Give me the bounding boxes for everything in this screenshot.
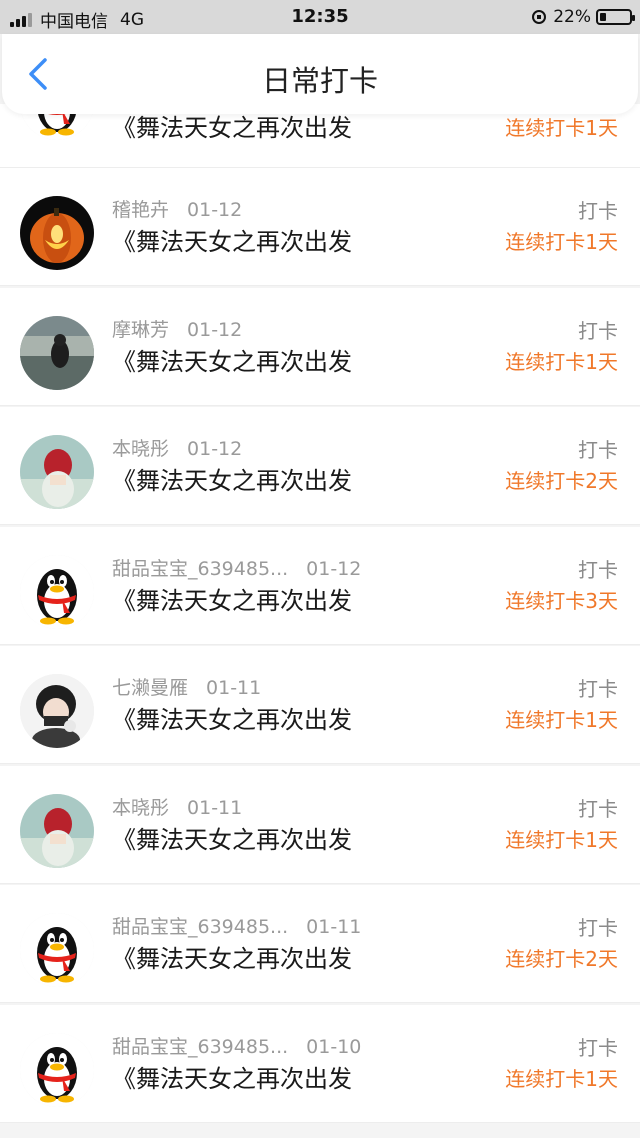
streak-text: 连续打卡1天 [505, 230, 618, 254]
checkin-label: 打卡 [578, 438, 618, 462]
book-title: 《舞法天女之再次出发 [112, 467, 352, 495]
checkin-label: 打卡 [578, 199, 618, 223]
checkin-date: 01-11 [187, 796, 243, 819]
book-title: 《舞法天女之再次出发 [112, 1064, 352, 1093]
checkin-date: 01-11 [306, 916, 362, 938]
user-meta: 摩琳芳 01-12 [112, 315, 242, 342]
checkin-date: 01-10 [306, 1035, 362, 1058]
user-name[interactable]: 甜品宝宝_639485... [112, 558, 288, 580]
battery-percent: 22% [553, 7, 591, 27]
streak-text: 连续打卡1天 [505, 349, 618, 374]
checkin-list[interactable]: 《舞法天女之再次出发打卡连续打卡1天 稽艳卉01-12《舞法天女之再次出发打卡连… [0, 104, 640, 1138]
avatar[interactable] [20, 315, 94, 390]
list-item[interactable]: 本晓彤 01-11 《舞法天女之再次出发 打卡连续打卡1天 [0, 765, 640, 884]
qq-penguin-icon[interactable] [20, 913, 94, 987]
list-item[interactable]: 本晓彤 01-12 《舞法天女之再次出发 打卡连续打卡2天 [0, 407, 640, 525]
streak-text: 连续打卡2天 [505, 469, 618, 493]
avatar[interactable] [20, 674, 94, 748]
streak-text: 连续打卡1天 [505, 827, 618, 852]
user-meta: 甜品宝宝_639485... 01-12 [112, 554, 361, 581]
book-title: 《舞法天女之再次出发 [112, 228, 352, 256]
list-item[interactable]: 甜品宝宝_639485... 01-10 《舞法天女之再次出发 打卡连续打卡1天 [0, 1004, 640, 1123]
checkin-date: 01-12 [187, 438, 243, 460]
user-name[interactable]: 七濑曼雁 [112, 677, 188, 699]
qq-penguin-icon[interactable] [20, 1032, 94, 1107]
battery-level-fill [600, 13, 606, 21]
user-name[interactable]: 本晓彤 [112, 438, 169, 460]
checkin-label: 打卡 [578, 796, 618, 821]
user-meta: 本晓彤 01-11 [112, 793, 242, 820]
list-item[interactable]: 稽艳卉 01-12 《舞法天女之再次出发 打卡连续打卡1天 [0, 168, 640, 286]
checkin-label: 打卡 [578, 1035, 618, 1060]
user-name[interactable]: 甜品宝宝_639485... [112, 1036, 288, 1058]
status-bar: 中国电信 4G 12:35 22% [0, 0, 640, 34]
nav-header: 日常打卡 [2, 34, 638, 114]
book-title: 《舞法天女之再次出发 [112, 825, 352, 854]
user-name[interactable]: 摩琳芳 [112, 319, 169, 341]
qq-penguin-icon[interactable] [20, 554, 94, 629]
user-name[interactable]: 本晓彤 [112, 797, 169, 819]
avatar[interactable] [20, 793, 94, 868]
checkin-date: 01-11 [206, 677, 262, 699]
list-item[interactable]: 甜品宝宝_639485... 01-11 《舞法天女之再次出发 打卡连续打卡2天 [0, 885, 640, 1003]
book-title: 《舞法天女之再次出发 [112, 586, 352, 615]
list-item[interactable]: 七濑曼雁 01-11 《舞法天女之再次出发 打卡连续打卡1天 [0, 646, 640, 764]
user-name[interactable]: 稽艳卉 [112, 199, 169, 221]
battery-icon [596, 9, 635, 25]
checkin-date: 01-12 [187, 318, 243, 341]
avatar[interactable] [20, 196, 94, 270]
user-meta: 甜品宝宝_639485... 01-10 [112, 1032, 361, 1059]
user-meta: 稽艳卉 01-12 [112, 195, 242, 222]
user-name[interactable]: 甜品宝宝_639485... [112, 916, 288, 938]
avatar[interactable] [20, 435, 94, 509]
book-title: 《舞法天女之再次出发 [112, 945, 352, 973]
status-right: 22% [532, 7, 635, 27]
checkin-label: 打卡 [578, 318, 618, 343]
list-item[interactable]: 摩琳芳 01-12 《舞法天女之再次出发 打卡连续打卡1天 [0, 287, 640, 406]
user-meta: 七濑曼雁 01-11 [112, 673, 261, 700]
user-meta: 甜品宝宝_639485... 01-11 [112, 912, 361, 939]
streak-text: 连续打卡1天 [505, 708, 618, 732]
user-meta: 本晓彤 01-12 [112, 434, 242, 461]
streak-text: 连续打卡2天 [505, 947, 618, 971]
checkin-label: 打卡 [578, 677, 618, 701]
list-item[interactable]: 甜品宝宝_639485... 01-12 《舞法天女之再次出发 打卡连续打卡3天 [0, 526, 640, 645]
streak-text: 连续打卡1天 [505, 1066, 618, 1091]
book-title: 《舞法天女之再次出发 [112, 706, 352, 734]
rotation-lock-icon [532, 10, 547, 24]
streak-text: 连续打卡1天 [505, 116, 618, 140]
checkin-date: 01-12 [187, 199, 243, 221]
checkin-date: 01-12 [306, 557, 362, 580]
streak-text: 连续打卡3天 [505, 588, 618, 613]
checkin-label: 打卡 [578, 557, 618, 582]
page-title: 日常打卡 [261, 64, 378, 98]
checkin-label: 打卡 [578, 916, 618, 940]
book-title: 《舞法天女之再次出发 [112, 347, 352, 376]
